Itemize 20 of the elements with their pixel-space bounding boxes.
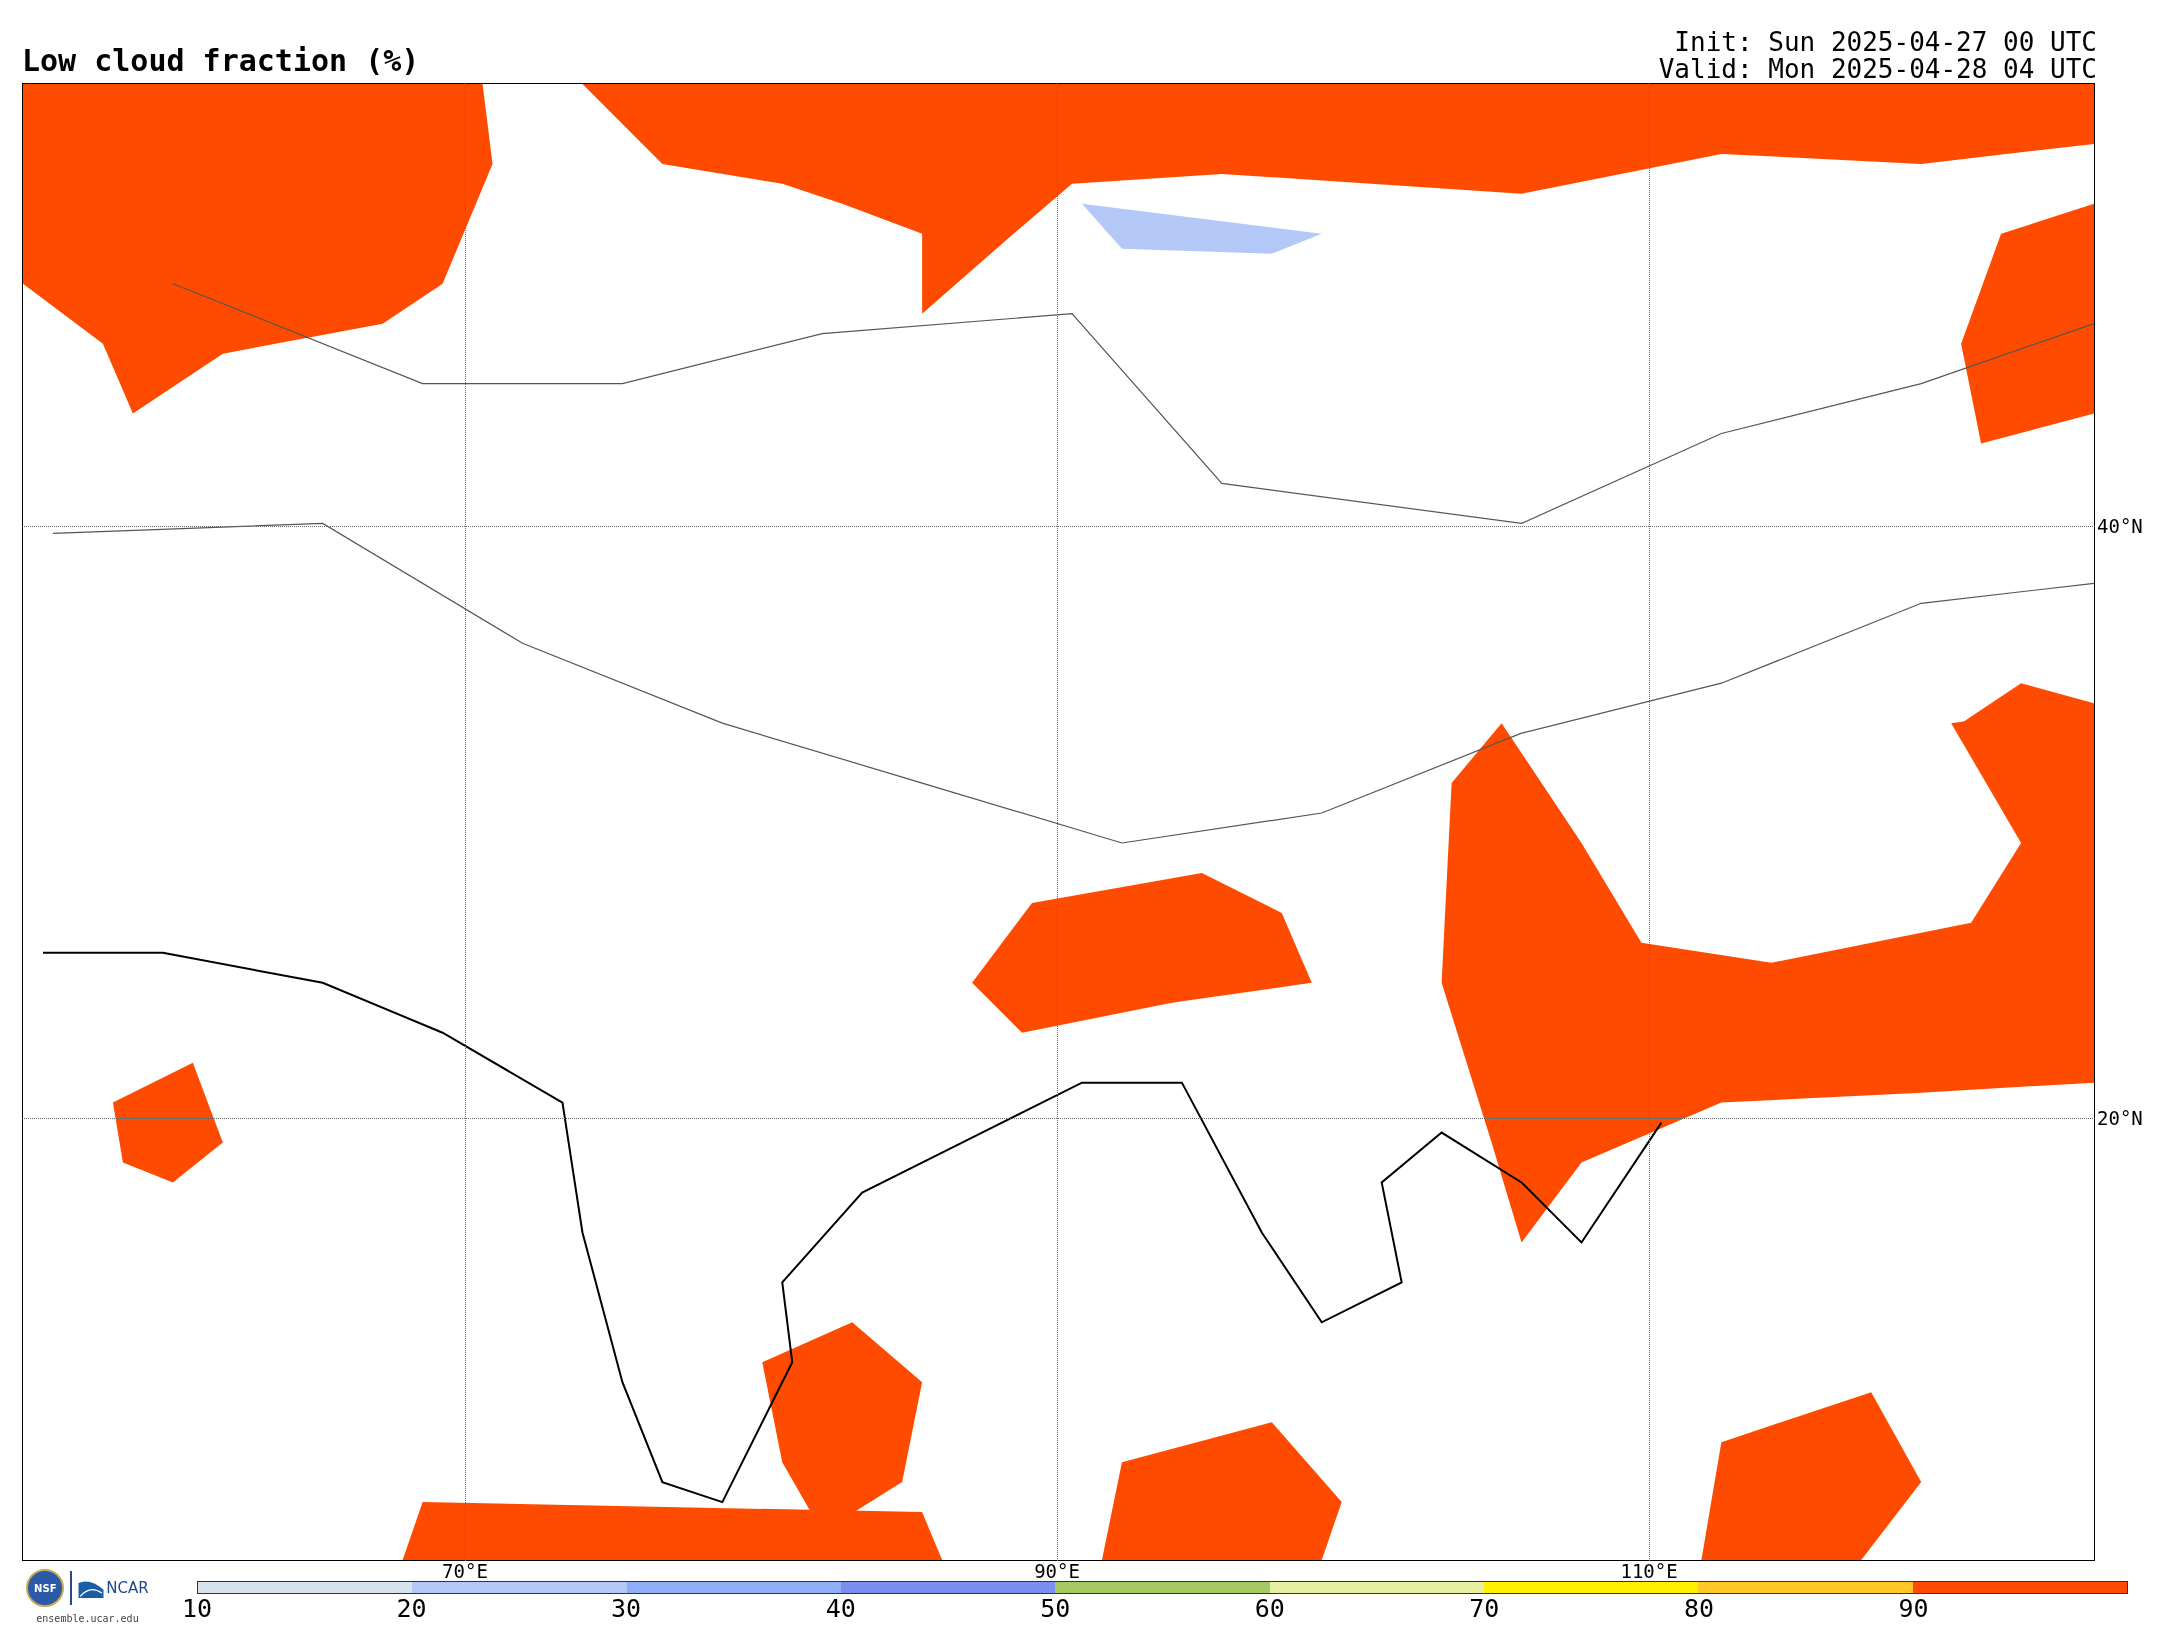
colorbar-tick-label: 60 — [1254, 1594, 1285, 1624]
init-time: Init: Sun 2025-04-27 00 UTC — [1674, 29, 2097, 56]
colorbar-tick-label: 80 — [1683, 1594, 1714, 1624]
latitude-label: 40°N — [2097, 515, 2143, 538]
colorbar-tick-label: 20 — [396, 1594, 427, 1624]
map-title: Low cloud fraction (%) — [22, 43, 420, 79]
longitude-label: 70°E — [442, 1561, 488, 1581]
colorbar-tick-label: 70 — [1469, 1594, 1500, 1624]
colorbar-tick-label: 40 — [825, 1594, 856, 1624]
colorbar-tick-label: 30 — [611, 1594, 642, 1624]
latitude-label: 20°N — [2097, 1106, 2143, 1129]
nsf-logo: NSF — [26, 1569, 65, 1607]
valid-time: Valid: Mon 2025-04-28 04 UTC — [1658, 56, 2097, 83]
colorbar-tick-label: 10 — [181, 1594, 213, 1624]
colorbar-tick-label: 50 — [1040, 1594, 1071, 1624]
site-address: ensemble.ucar.edu — [36, 1613, 139, 1624]
ncar-logo-text: NCAR — [106, 1579, 149, 1597]
longitude-label: 90°E — [1034, 1561, 1080, 1581]
longitude-label: 110°E — [1620, 1561, 1678, 1581]
colorbar-tick-label: 90 — [1898, 1594, 1929, 1624]
